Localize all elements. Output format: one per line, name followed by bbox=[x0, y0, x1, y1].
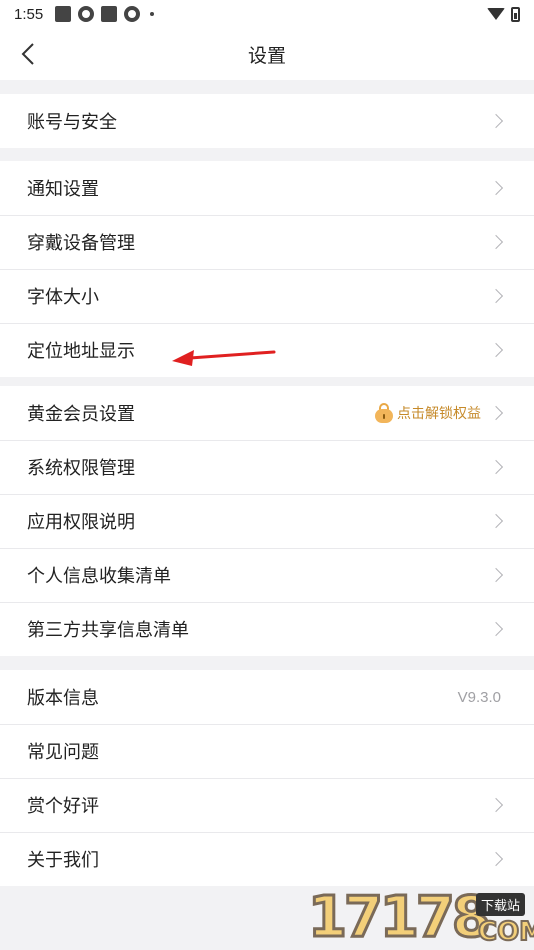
annotation-arrow bbox=[172, 350, 276, 366]
chevron-right-icon bbox=[488, 621, 504, 637]
unlock-benefits-text: 点击解锁权益 bbox=[397, 406, 481, 422]
chevron-right-icon bbox=[488, 513, 504, 529]
more-notifications-dot-icon bbox=[150, 12, 155, 16]
notification-square-icon bbox=[55, 6, 72, 22]
chevron-right-icon bbox=[488, 405, 504, 421]
chevron-right-icon bbox=[488, 851, 504, 867]
settings-item-account-security[interactable]: 账号与安全 bbox=[0, 94, 534, 148]
settings-item-version: 版本信息 V9.3.0 bbox=[0, 670, 534, 724]
settings-group-membership-privacy: 黄金会员设置 点击解锁权益 系统权限管理 应用权限说明 个人信息收集清单 第三方… bbox=[0, 386, 534, 656]
settings-group-account: 账号与安全 bbox=[0, 94, 534, 148]
settings-item-label: 定位地址显示 bbox=[27, 341, 135, 362]
chevron-right-icon bbox=[488, 180, 504, 196]
chevron-right-icon bbox=[488, 234, 504, 250]
settings-item-label: 赏个好评 bbox=[27, 796, 99, 817]
settings-item-label: 账号与安全 bbox=[27, 112, 117, 133]
chevron-left-icon bbox=[21, 43, 34, 65]
settings-item-label: 个人信息收集清单 bbox=[27, 566, 171, 587]
settings-item-label: 第三方共享信息清单 bbox=[27, 620, 189, 641]
notification-icons bbox=[55, 6, 155, 22]
notification-square-icon bbox=[101, 6, 118, 22]
settings-item-label: 系统权限管理 bbox=[27, 458, 135, 479]
settings-item-label: 常见问题 bbox=[27, 742, 99, 763]
lock-icon bbox=[375, 403, 393, 423]
status-bar: 1:55 bbox=[0, 0, 534, 28]
wifi-icon bbox=[487, 8, 505, 20]
settings-item-notifications[interactable]: 通知设置 bbox=[0, 161, 534, 215]
settings-item-label: 黄金会员设置 bbox=[27, 404, 135, 425]
settings-item-personal-info-list[interactable]: 个人信息收集清单 bbox=[0, 548, 534, 602]
chevron-right-icon bbox=[488, 288, 504, 304]
notification-ring-icon bbox=[78, 6, 95, 22]
settings-group-about: 版本信息 V9.3.0 常见问题 赏个好评 关于我们 bbox=[0, 670, 534, 886]
settings-item-wearables[interactable]: 穿戴设备管理 bbox=[0, 215, 534, 269]
watermark-logo: 17178 下载站 COM bbox=[307, 884, 534, 950]
settings-item-label: 通知设置 bbox=[27, 179, 99, 200]
watermark-number: 17178 bbox=[307, 884, 493, 950]
settings-item-faq[interactable]: 常见问题 bbox=[0, 724, 534, 778]
watermark-suffix: COM bbox=[477, 916, 534, 948]
settings-item-label: 关于我们 bbox=[27, 850, 99, 871]
settings-item-about-us[interactable]: 关于我们 bbox=[0, 832, 534, 886]
settings-item-label: 版本信息 bbox=[27, 688, 99, 709]
settings-item-label: 应用权限说明 bbox=[27, 512, 135, 533]
chevron-right-icon bbox=[488, 342, 504, 358]
back-button[interactable] bbox=[12, 38, 44, 70]
settings-item-label: 穿戴设备管理 bbox=[27, 233, 135, 254]
settings-item-font-size[interactable]: 字体大小 bbox=[0, 269, 534, 323]
settings-item-app-permissions[interactable]: 应用权限说明 bbox=[0, 494, 534, 548]
battery-icon bbox=[511, 6, 520, 22]
watermark-badge: 下载站 bbox=[476, 893, 526, 916]
settings-item-third-party-sharing[interactable]: 第三方共享信息清单 bbox=[0, 602, 534, 656]
version-value: V9.3.0 bbox=[457, 688, 501, 706]
chevron-right-icon bbox=[488, 567, 504, 583]
unlock-benefits-badge[interactable]: 点击解锁权益 bbox=[375, 403, 481, 423]
settings-item-system-permissions[interactable]: 系统权限管理 bbox=[0, 440, 534, 494]
status-time: 1:55 bbox=[14, 5, 44, 23]
page-title: 设置 bbox=[247, 44, 286, 67]
app-header: 设置 bbox=[0, 28, 534, 80]
settings-item-rate-app[interactable]: 赏个好评 bbox=[0, 778, 534, 832]
chevron-right-icon bbox=[488, 113, 504, 129]
chevron-right-icon bbox=[488, 797, 504, 813]
notification-ring-icon bbox=[124, 6, 141, 22]
settings-item-label: 字体大小 bbox=[27, 287, 99, 308]
settings-item-gold-membership[interactable]: 黄金会员设置 点击解锁权益 bbox=[0, 386, 534, 440]
chevron-right-icon bbox=[488, 459, 504, 475]
